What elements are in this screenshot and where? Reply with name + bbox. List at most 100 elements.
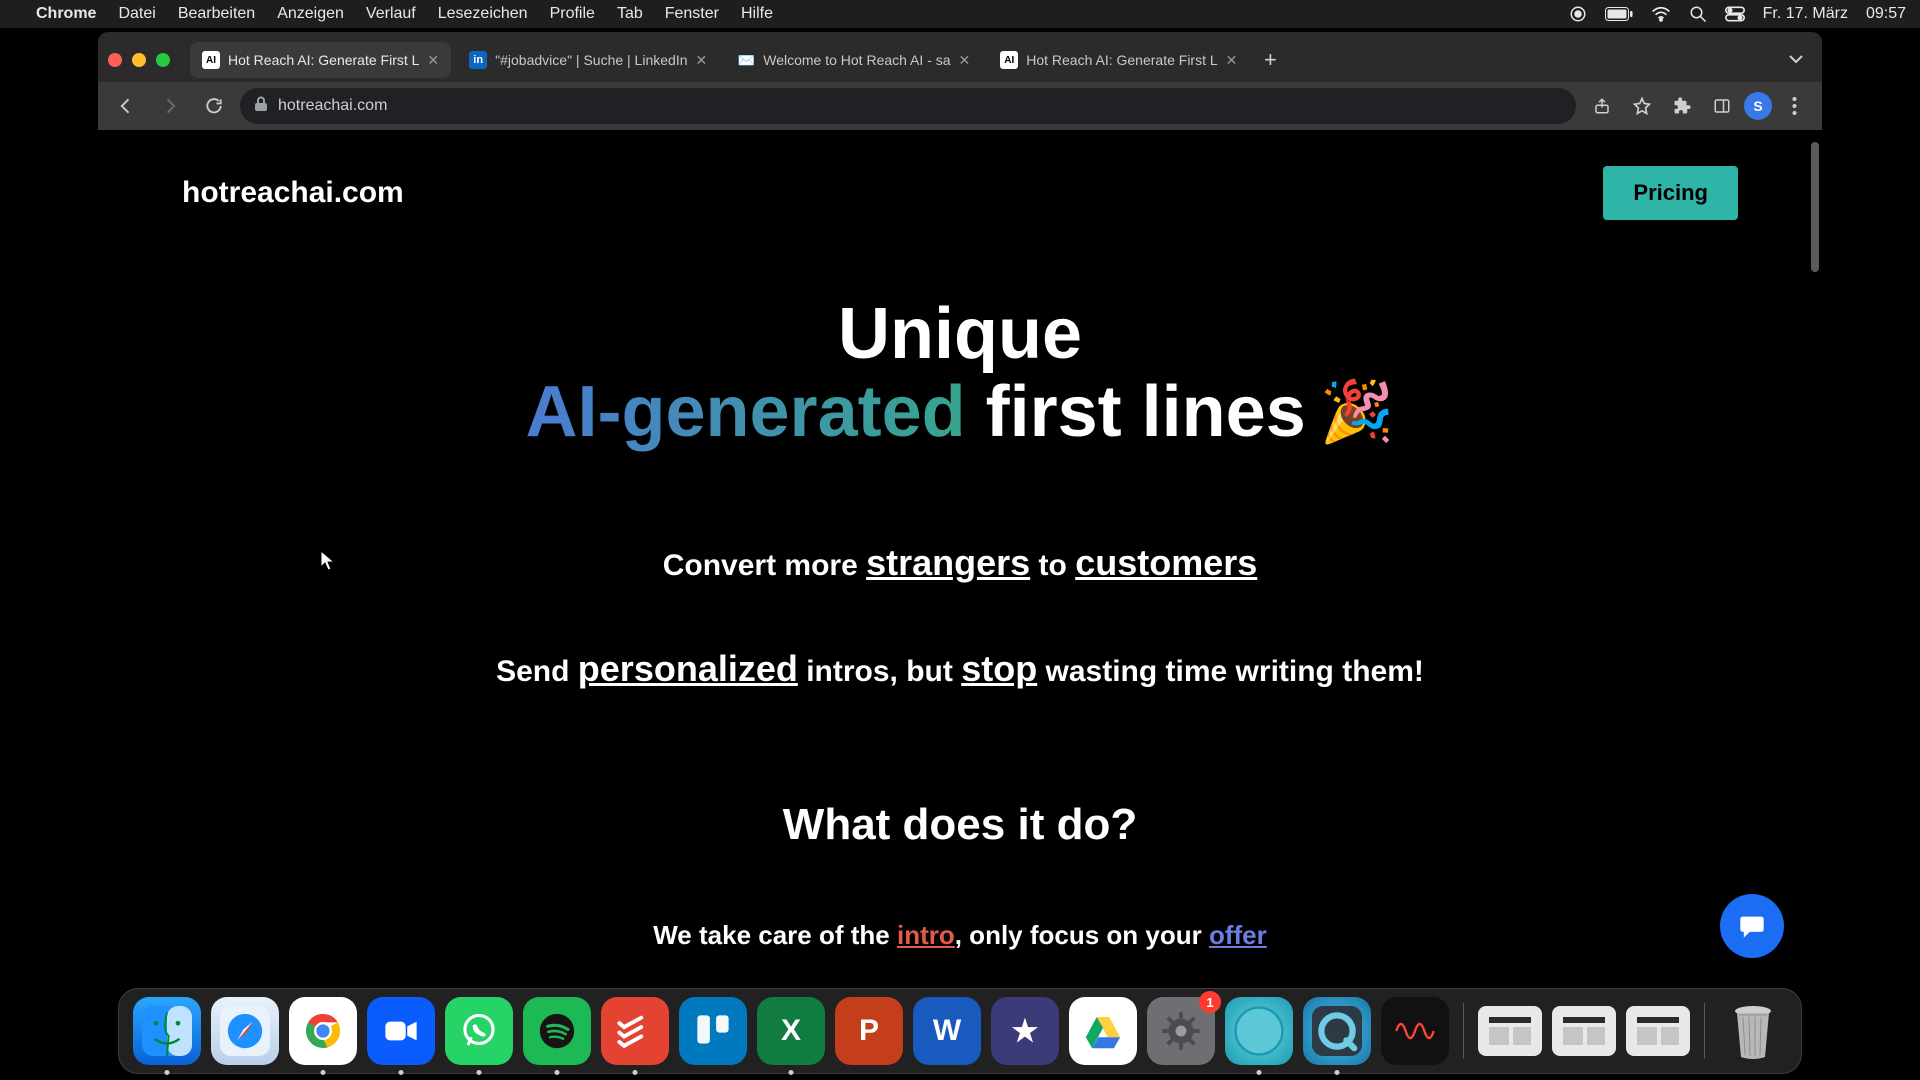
wifi-icon[interactable] xyxy=(1651,6,1671,22)
macos-menubar: Chrome Datei Bearbeiten Anzeigen Verlauf… xyxy=(0,0,1920,28)
control-center-icon[interactable] xyxy=(1725,6,1745,22)
browser-tab[interactable]: ✉️ Welcome to Hot Reach AI - sa ✕ xyxy=(725,42,982,78)
window-minimize-button[interactable] xyxy=(132,53,146,67)
dock-app-zoom[interactable] xyxy=(367,997,435,1065)
dock-app-safari[interactable] xyxy=(211,997,279,1065)
browser-tab[interactable]: in "#jobadvice" | Suche | LinkedIn ✕ xyxy=(457,42,719,78)
dock-running-indicator-icon xyxy=(1335,1070,1340,1075)
tab-close-icon[interactable]: ✕ xyxy=(959,52,971,69)
mouse-cursor-icon xyxy=(320,550,336,577)
dock-app-imovie[interactable]: ★ xyxy=(991,997,1059,1065)
address-bar[interactable]: hotreachai.com xyxy=(240,88,1576,124)
tab-strip: AI Hot Reach AI: Generate First L ✕ in "… xyxy=(98,38,1822,82)
bookmark-button[interactable] xyxy=(1624,88,1660,124)
dock-minimized-window[interactable] xyxy=(1626,1006,1690,1056)
profile-avatar[interactable]: S xyxy=(1744,92,1772,120)
section-heading: What does it do? xyxy=(98,800,1822,850)
dock-running-indicator-icon xyxy=(477,1070,482,1075)
hero-line-3: first lines xyxy=(986,374,1306,452)
pricing-button[interactable]: Pricing xyxy=(1603,166,1738,220)
dock-running-indicator-icon xyxy=(1257,1070,1262,1075)
menu-bearbeiten[interactable]: Bearbeiten xyxy=(178,5,255,23)
dock-running-indicator-icon xyxy=(165,1070,170,1075)
menubar-date[interactable]: Fr. 17. März xyxy=(1763,5,1848,23)
dock-app-powerpoint[interactable]: P xyxy=(835,997,903,1065)
menu-fenster[interactable]: Fenster xyxy=(665,5,719,23)
menu-datei[interactable]: Datei xyxy=(118,5,155,23)
screen-record-icon[interactable] xyxy=(1569,5,1587,23)
dock: XPW★ 1 xyxy=(118,988,1802,1074)
subheading-1: Convert more strangers to customers xyxy=(98,542,1822,584)
sidepanel-button[interactable] xyxy=(1704,88,1740,124)
dock-app-spotify[interactable] xyxy=(523,997,591,1065)
hero-line-2: AI-generated xyxy=(526,374,966,452)
dock-separator xyxy=(1463,1003,1464,1059)
site-header: hotreachai.com Pricing xyxy=(98,130,1822,220)
dock-trash[interactable] xyxy=(1719,997,1787,1065)
section-paragraph: We take care of the intro, only focus on… xyxy=(98,920,1822,951)
browser-toolbar: hotreachai.com S xyxy=(98,82,1822,130)
browser-window-chrome: AI Hot Reach AI: Generate First L ✕ in "… xyxy=(98,32,1822,130)
tab-close-icon[interactable]: ✕ xyxy=(1226,52,1238,69)
dock-running-indicator-icon xyxy=(321,1070,326,1075)
menubar-app-name[interactable]: Chrome xyxy=(36,5,96,23)
battery-icon[interactable] xyxy=(1605,7,1633,21)
dock-app-trello[interactable] xyxy=(679,997,747,1065)
address-bar-url: hotreachai.com xyxy=(278,97,387,115)
tab-favicon-ai-icon: AI xyxy=(1000,51,1018,69)
dock-app-chrome[interactable] xyxy=(289,997,357,1065)
dock-running-indicator-icon xyxy=(399,1070,404,1075)
dock-badge: 1 xyxy=(1199,991,1221,1013)
nav-back-button[interactable] xyxy=(108,88,144,124)
dock-app-voice-memos[interactable] xyxy=(1381,997,1449,1065)
dock-app-todoist[interactable] xyxy=(601,997,669,1065)
dock-app-whatsapp[interactable] xyxy=(445,997,513,1065)
tab-close-icon[interactable]: ✕ xyxy=(427,52,439,69)
dock-app-word[interactable]: W xyxy=(913,997,981,1065)
hero-line-1: Unique xyxy=(98,296,1822,374)
menu-verlauf[interactable]: Verlauf xyxy=(366,5,416,23)
all-tabs-button[interactable] xyxy=(1780,51,1812,69)
dock-app-drive[interactable] xyxy=(1069,997,1137,1065)
tab-favicon-gmail-icon: ✉️ xyxy=(737,51,755,69)
dock-minimized-window[interactable] xyxy=(1478,1006,1542,1056)
tab-title: Hot Reach AI: Generate First L xyxy=(228,52,419,68)
window-close-button[interactable] xyxy=(108,53,122,67)
dock-running-indicator-icon xyxy=(789,1070,794,1075)
site-brand[interactable]: hotreachai.com xyxy=(182,176,404,210)
share-button[interactable] xyxy=(1584,88,1620,124)
dock-app-settings[interactable]: 1 xyxy=(1147,997,1215,1065)
dock-app-finder[interactable] xyxy=(133,997,201,1065)
menu-profile[interactable]: Profile xyxy=(550,5,595,23)
menu-anzeigen[interactable]: Anzeigen xyxy=(277,5,344,23)
menu-hilfe[interactable]: Hilfe xyxy=(741,5,773,23)
intro-link[interactable]: intro xyxy=(897,920,955,950)
confetti-emoji-icon: 🎉 xyxy=(1320,380,1395,445)
chat-widget-button[interactable] xyxy=(1720,894,1784,958)
browser-tab[interactable]: AI Hot Reach AI: Generate First L ✕ xyxy=(988,42,1249,78)
extensions-button[interactable] xyxy=(1664,88,1700,124)
dock-app-app-teal[interactable] xyxy=(1225,997,1293,1065)
tab-favicon-ai-icon: AI xyxy=(202,51,220,69)
subheading-2: Send personalized intros, but stop wasti… xyxy=(98,648,1822,690)
menubar-time[interactable]: 09:57 xyxy=(1866,5,1906,23)
tab-title: Hot Reach AI: Generate First L xyxy=(1026,52,1217,68)
tab-close-icon[interactable]: ✕ xyxy=(696,52,708,69)
menu-lesezeichen[interactable]: Lesezeichen xyxy=(438,5,528,23)
menu-tab[interactable]: Tab xyxy=(617,5,643,23)
dock-running-indicator-icon xyxy=(555,1070,560,1075)
spotlight-icon[interactable] xyxy=(1689,5,1707,23)
dock-app-quicktime[interactable] xyxy=(1303,997,1371,1065)
nav-forward-button[interactable] xyxy=(152,88,188,124)
browser-tab[interactable]: AI Hot Reach AI: Generate First L ✕ xyxy=(190,42,451,78)
dock-app-excel[interactable]: X xyxy=(757,997,825,1065)
chrome-menu-button[interactable] xyxy=(1776,88,1812,124)
new-tab-button[interactable]: + xyxy=(1255,45,1285,75)
offer-link[interactable]: offer xyxy=(1209,920,1267,950)
dock-minimized-window[interactable] xyxy=(1552,1006,1616,1056)
nav-reload-button[interactable] xyxy=(196,88,232,124)
scrollbar[interactable] xyxy=(1811,142,1819,272)
dock-separator xyxy=(1704,1003,1705,1059)
window-maximize-button[interactable] xyxy=(156,53,170,67)
hero: Unique AI-generated first lines 🎉 xyxy=(98,296,1822,452)
